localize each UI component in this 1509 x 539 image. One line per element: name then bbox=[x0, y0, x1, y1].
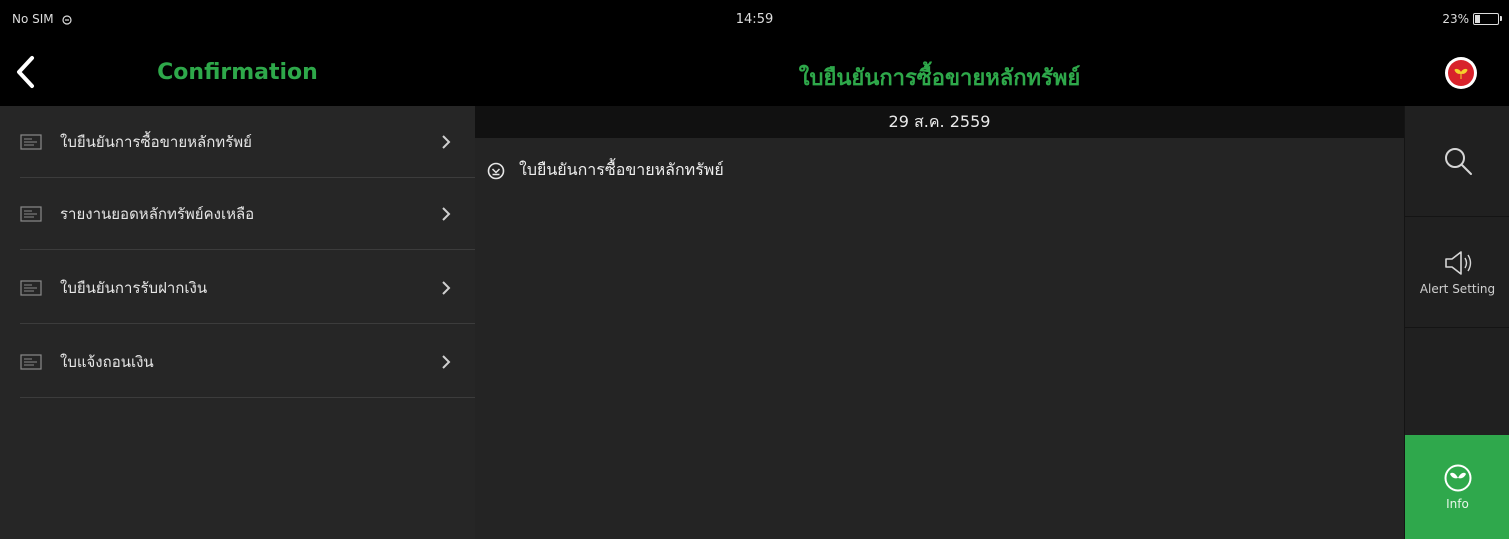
sidebar: ใบยืนยันการซื้อขายหลักทรัพย์ รายงานยอดหล… bbox=[0, 106, 475, 539]
search-icon bbox=[1444, 148, 1472, 175]
right-toolbar: Alert Setting Info bbox=[1404, 106, 1509, 539]
document-label: ใบยืนยันการซื้อขายหลักทรัพย์ bbox=[519, 160, 724, 179]
document-list-item[interactable]: ใบยืนยันการซื้อขายหลักทรัพย์ bbox=[487, 158, 724, 183]
battery-percent: 23% bbox=[1442, 12, 1469, 26]
alert-setting-button[interactable]: Alert Setting bbox=[1405, 217, 1509, 327]
divider bbox=[20, 323, 475, 324]
main-content: 29 ส.ค. 2559 ใบยืนยันการซื้อขายหลักทรัพย… bbox=[475, 106, 1404, 539]
info-button[interactable]: Info bbox=[1405, 435, 1509, 539]
sidebar-item-withdrawal-notice[interactable]: ใบแจ้งถอนเงิน bbox=[0, 326, 475, 398]
sidebar-item-securities-balance[interactable]: รายงานยอดหลักทรัพย์คงเหลือ bbox=[0, 178, 475, 250]
logo-mark bbox=[1448, 60, 1474, 86]
sidebar-title: Confirmation bbox=[157, 60, 318, 85]
date-header: 29 ส.ค. 2559 bbox=[475, 106, 1404, 138]
leaf-icon bbox=[1454, 68, 1468, 79]
sidebar-item-label: ใบยืนยันการซื้อขายหลักทรัพย์ bbox=[60, 133, 252, 151]
speaker-icon bbox=[1444, 251, 1471, 275]
document-icon bbox=[20, 134, 42, 150]
chevron-right-icon bbox=[442, 135, 451, 149]
sidebar-item-deposit-confirmation[interactable]: ใบยืนยันการรับฝากเงิน bbox=[0, 252, 475, 324]
divider bbox=[1405, 327, 1509, 328]
chevron-right-icon bbox=[442, 355, 451, 369]
page-title: ใบยืนยันการซื้อขายหลักทรัพย์ bbox=[798, 66, 1081, 91]
divider bbox=[20, 249, 475, 250]
leaf-circle-icon bbox=[1444, 464, 1471, 492]
search-button[interactable] bbox=[1405, 106, 1509, 216]
info-label: Info bbox=[1446, 497, 1469, 511]
document-icon bbox=[20, 354, 42, 370]
document-icon bbox=[20, 206, 42, 222]
sidebar-item-trade-confirmation[interactable]: ใบยืนยันการซื้อขายหลักทรัพย์ bbox=[0, 106, 475, 178]
chevron-right-icon bbox=[442, 207, 451, 221]
nav-bar: Confirmation ใบยืนยันการซื้อขายหลักทรัพย… bbox=[0, 40, 1509, 106]
sidebar-item-label: ใบแจ้งถอนเงิน bbox=[60, 353, 154, 371]
status-bar: No SIM 14:59 23% bbox=[0, 0, 1509, 40]
sidebar-item-label: รายงานยอดหลักทรัพย์คงเหลือ bbox=[60, 205, 255, 223]
document-icon bbox=[20, 280, 42, 296]
bank-logo-icon[interactable] bbox=[1445, 57, 1477, 89]
app-screen: No SIM 14:59 23% Confirmation ใบยืนยันกา… bbox=[0, 0, 1509, 539]
battery-icon bbox=[1473, 13, 1502, 25]
clock: 14:59 bbox=[735, 12, 774, 27]
chevron-right-icon bbox=[442, 281, 451, 295]
alert-setting-label: Alert Setting bbox=[1419, 282, 1496, 296]
download-circle-icon bbox=[487, 162, 505, 179]
divider bbox=[20, 397, 475, 398]
sidebar-item-label: ใบยืนยันการรับฝากเงิน bbox=[60, 279, 208, 297]
battery-level bbox=[1475, 15, 1481, 23]
battery-status: 23% bbox=[1442, 12, 1502, 26]
